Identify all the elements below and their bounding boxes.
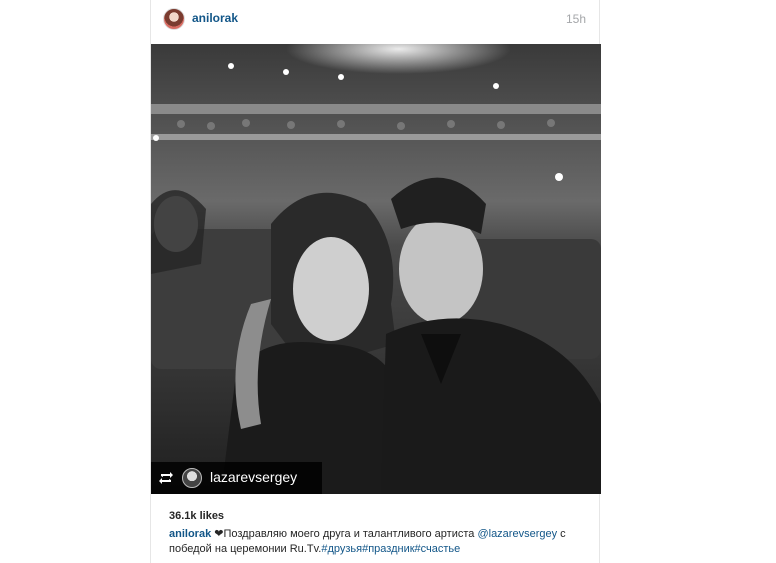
username-link[interactable]: anilorak	[192, 11, 238, 25]
repost-username: lazarevsergey	[210, 469, 298, 485]
repost-avatar	[182, 468, 202, 488]
caption-text-1: Поздравляю моего друга и талантливого ар…	[223, 528, 478, 540]
post-card: anilorak 15h lazarevsergey 36.1k likes a…	[150, 0, 601, 563]
post-header: anilorak 15h	[151, 0, 601, 40]
likes-count[interactable]: 36.1k likes	[169, 510, 224, 522]
repost-badge[interactable]: lazarevsergey	[151, 462, 322, 494]
post-caption: anilorak ❤Поздравляю моего друга и талан…	[169, 527, 589, 557]
caption-author[interactable]: anilorak	[169, 528, 211, 540]
post-time[interactable]: 15h	[566, 12, 586, 26]
caption-mention[interactable]: @lazarevsergey	[477, 528, 557, 540]
caption-hashtags[interactable]: #друзья#праздник#счастье	[321, 543, 460, 555]
post-photo[interactable]: lazarevsergey	[151, 44, 601, 494]
repost-icon	[158, 470, 174, 486]
photo-image	[151, 44, 601, 494]
user-avatar[interactable]	[163, 8, 185, 30]
